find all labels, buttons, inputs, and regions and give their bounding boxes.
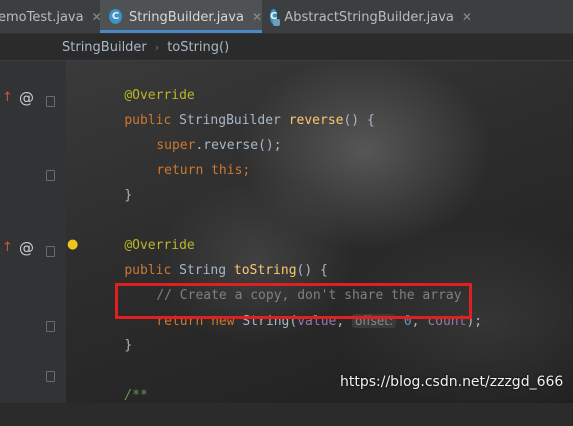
code-line: } — [93, 316, 132, 353]
tab-stringbuilder[interactable]: C StringBuilder.java ✕ — [100, 0, 262, 33]
code-line: return this; — [125, 141, 250, 178]
brace-token: } — [124, 338, 133, 353]
punct-token: () { — [343, 113, 375, 128]
keyword-token: return — [156, 163, 204, 178]
tab-label: emoTest.java — [0, 9, 84, 25]
fold-marker-icon[interactable] — [46, 246, 55, 257]
at-annotation-icon: @ — [19, 89, 34, 107]
code-line: public StringBuilder reverse() { — [93, 91, 374, 128]
editor-tab-bar: emoTest.java ✕ C StringBuilder.java ✕ C … — [0, 0, 573, 34]
fold-marker-icon[interactable] — [46, 170, 55, 181]
fold-marker-icon[interactable] — [46, 96, 55, 107]
code-line: @Override — [93, 66, 194, 103]
tab-emotest[interactable]: emoTest.java ✕ — [0, 0, 102, 33]
fold-marker-icon[interactable] — [46, 371, 55, 382]
close-icon[interactable]: ✕ — [252, 10, 262, 24]
code-line: /** — [93, 366, 147, 403]
code-line: @Override — [93, 216, 194, 253]
breadcrumb-method[interactable]: toString() — [167, 40, 229, 55]
tab-label: AbstractStringBuilder.java — [284, 9, 454, 25]
at-annotation-icon: @ — [19, 239, 34, 257]
fold-marker-icon[interactable] — [46, 321, 55, 332]
breadcrumb-class[interactable]: StringBuilder — [62, 40, 147, 55]
editor-gutter[interactable] — [0, 61, 66, 403]
lightbulb-icon[interactable]: ● — [67, 237, 78, 252]
active-tab-indicator — [100, 30, 262, 33]
keyword-token: this; — [203, 163, 251, 178]
method-name-token: reverse — [288, 113, 344, 128]
tab-label: StringBuilder.java — [128, 9, 244, 25]
code-editor[interactable]: @Override public StringBuilder reverse()… — [93, 65, 573, 403]
breadcrumb-separator-icon: › — [154, 40, 160, 54]
code-line: public String toString() { — [93, 241, 328, 278]
javadoc-token: /** — [124, 388, 148, 403]
override-arrow-icon[interactable]: ↑ — [2, 240, 13, 255]
close-icon[interactable]: ✕ — [462, 10, 472, 24]
breadcrumb: StringBuilder › toString() — [0, 34, 573, 61]
tab-abstractstringbuilder[interactable]: C AbstractStringBuilder.java ✕ — [262, 0, 472, 33]
watermark-text: https://blog.csdn.net/zzzgd_666 — [340, 374, 564, 390]
code-line: } — [93, 166, 132, 203]
override-arrow-icon[interactable]: ↑ — [2, 90, 13, 105]
class-c-icon: C — [109, 9, 122, 24]
code-line: super.reverse(); — [125, 116, 281, 153]
brace-token: } — [124, 188, 133, 203]
abstract-class-icon: C — [270, 9, 281, 26]
highlight-box — [115, 283, 472, 319]
